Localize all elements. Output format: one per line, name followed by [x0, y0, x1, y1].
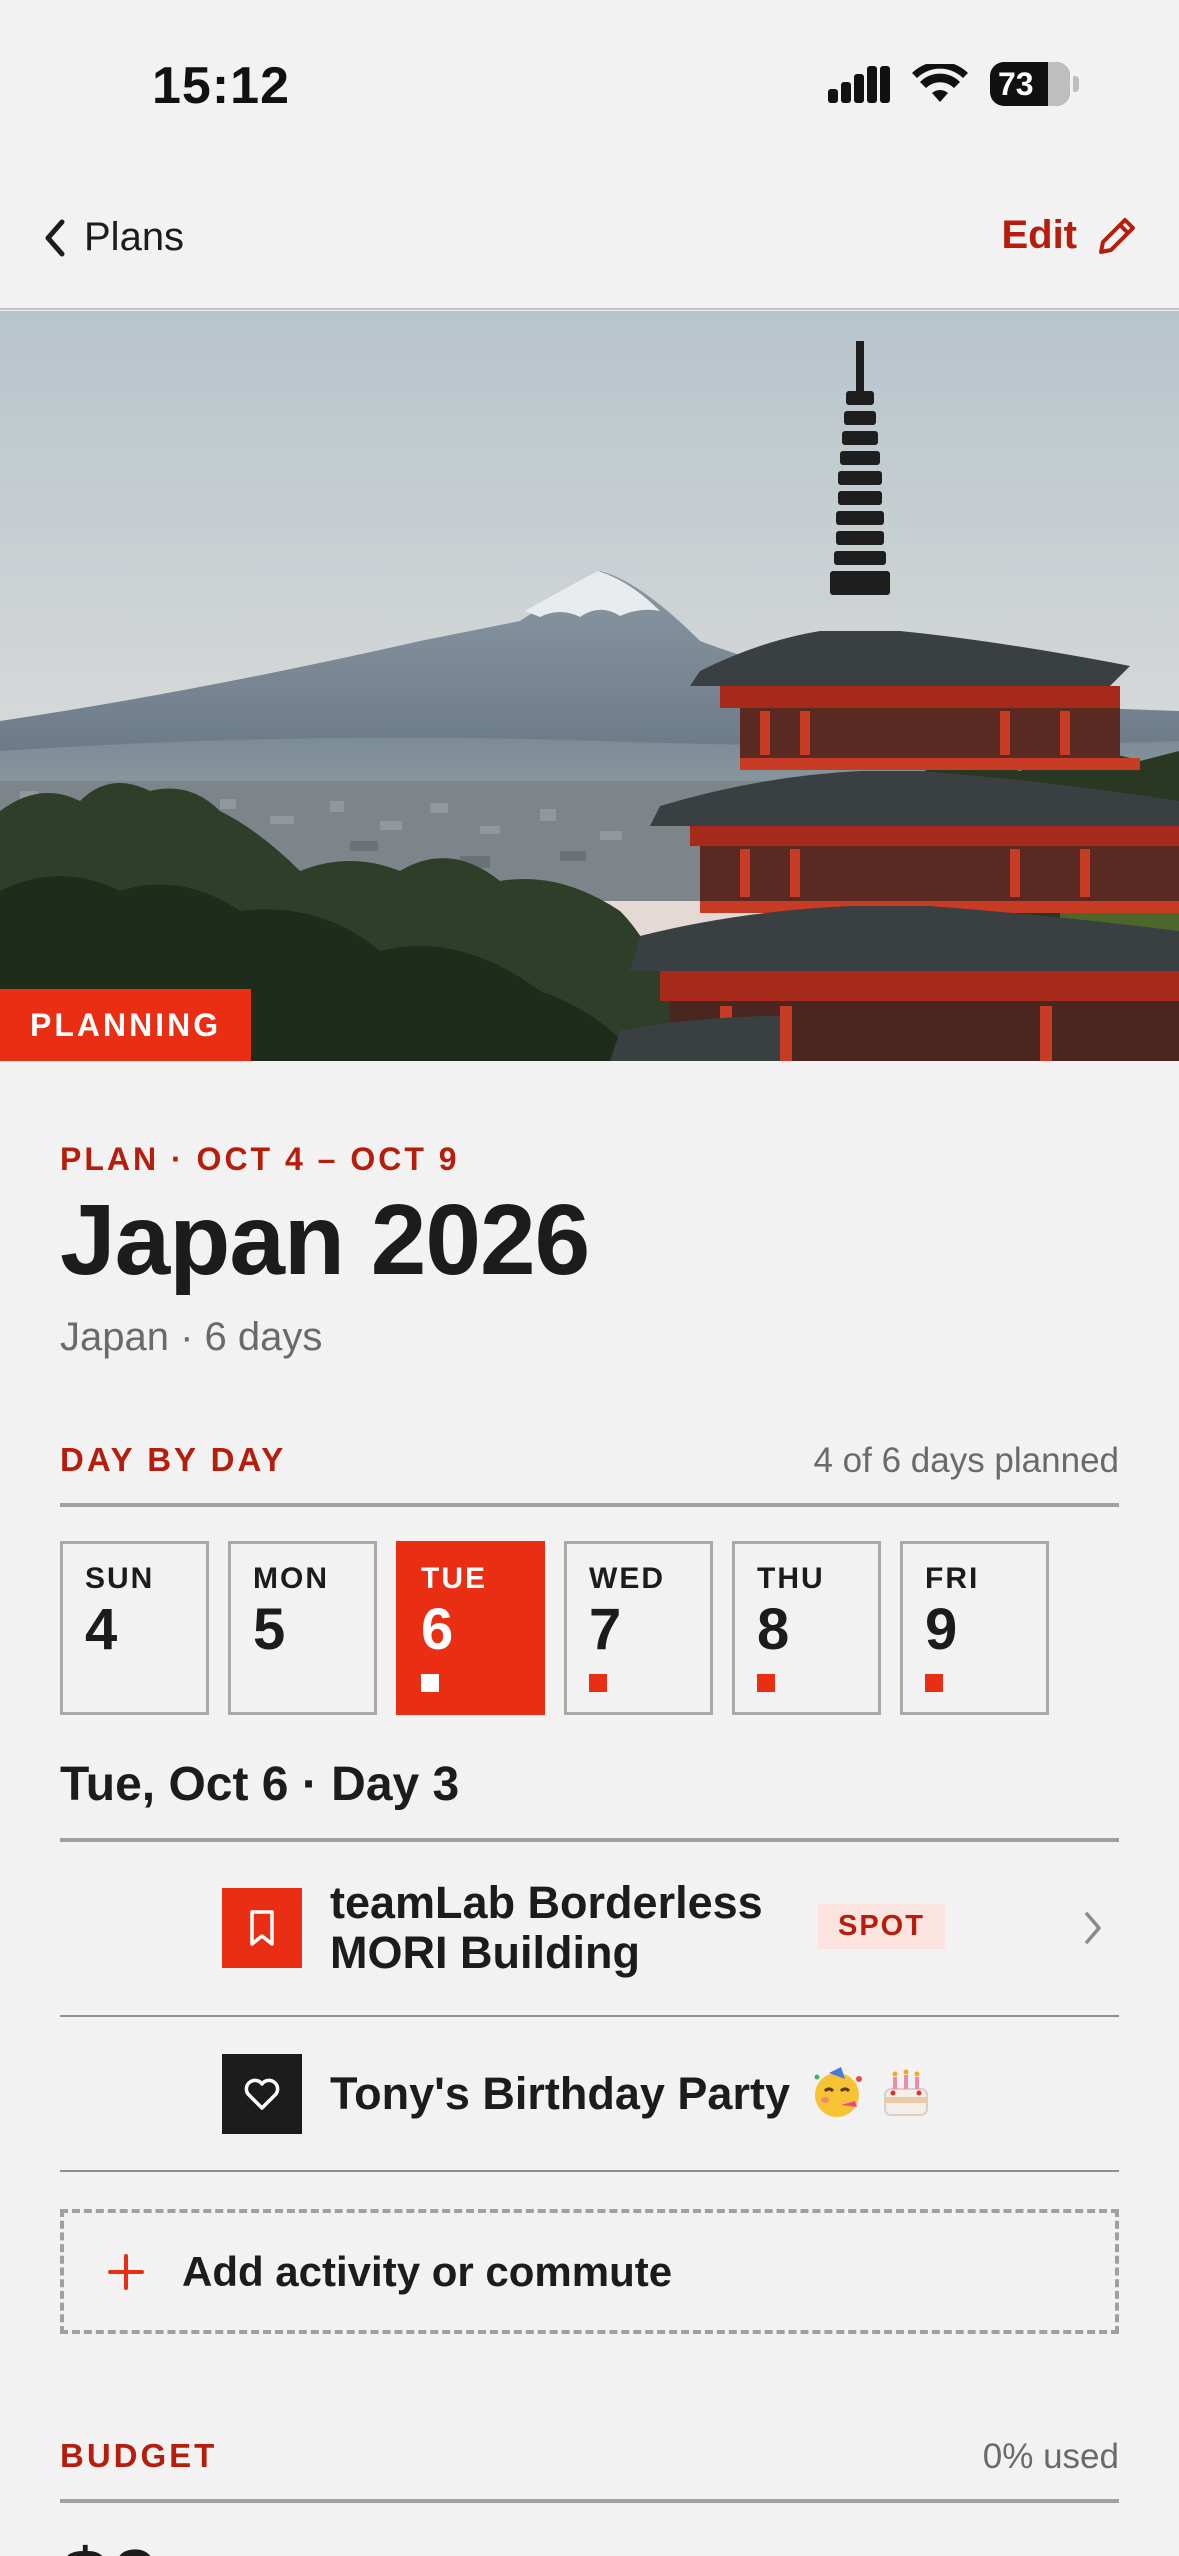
wifi-icon	[912, 64, 968, 102]
planned-indicator	[589, 1674, 607, 1692]
day-number: 9	[925, 1597, 958, 1662]
status-icons: 73	[828, 62, 1079, 106]
selected-day-title: Tue, Oct 6 · Day 3	[60, 1758, 460, 1811]
edit-button[interactable]: Edit	[1001, 213, 1139, 258]
day-number: 8	[757, 1597, 790, 1662]
activity-name-line2: MORI Building	[330, 1927, 640, 1978]
day-tab-fri[interactable]: FRI 9	[900, 1541, 1049, 1715]
day-tab-mon[interactable]: MON 5	[228, 1541, 377, 1715]
hero-image: PLANNING	[0, 311, 1179, 1061]
day-tab-wed[interactable]: WED 7	[564, 1541, 713, 1715]
day-of-week: TUE	[421, 1562, 487, 1595]
plan-subtitle: Japan · 6 days	[60, 1315, 323, 1359]
back-label: Plans	[84, 215, 185, 259]
nav-bar: Plans Edit	[0, 175, 1179, 310]
days-planned-count: 4 of 6 days planned	[813, 1441, 1119, 1480]
activity-row[interactable]: teamLab Borderless MORI Building SPOT	[60, 1842, 1119, 2015]
day-by-day-header: DAY BY DAY 4 of 6 days planned	[60, 1427, 1119, 1507]
day-tab-sun[interactable]: SUN 4	[60, 1541, 209, 1715]
battery-indicator: 73	[990, 62, 1070, 106]
activity-name-line1: teamLab Borderless	[330, 1877, 763, 1928]
page-title: Japan 2026	[60, 1184, 590, 1296]
edit-label: Edit	[1001, 213, 1077, 257]
day-by-day-label: DAY BY DAY	[60, 1441, 287, 1478]
status-bar: 15:12 73	[0, 0, 1179, 175]
back-button[interactable]: Plans	[40, 215, 184, 260]
pencil-icon	[1099, 217, 1135, 254]
day-number: 4	[85, 1597, 118, 1662]
day-selector: SUN 4 MON 5 TUE 6 WED 7 THU 8 FRI 9	[60, 1541, 1049, 1715]
planned-indicator	[757, 1674, 775, 1692]
day-of-week: SUN	[85, 1562, 155, 1595]
budget-header: BUDGET 0% used	[60, 2423, 1119, 2503]
day-number: 6	[421, 1597, 454, 1662]
heart-icon	[222, 2054, 302, 2134]
chevron-right-icon	[1085, 1912, 1101, 1944]
add-activity-label: Add activity or commute	[182, 2247, 673, 2295]
divider	[60, 2170, 1119, 2172]
activity-name-text: Tony's Birthday Party	[330, 2068, 790, 2119]
plan-date-range: PLAN · OCT 4 – OCT 9	[60, 1141, 460, 1177]
battery-tip	[1073, 76, 1079, 92]
chevron-left-icon	[45, 219, 65, 256]
status-badge: PLANNING	[0, 989, 252, 1061]
budget-amount: $0	[60, 2531, 160, 2556]
mount-fuji-pagoda-photo	[0, 311, 1179, 1061]
planned-indicator	[925, 1674, 943, 1692]
day-number: 7	[589, 1597, 622, 1662]
budget-label: BUDGET	[60, 2437, 218, 2474]
activity-type-tag: SPOT	[818, 1904, 945, 1949]
day-of-week: FRI	[925, 1562, 980, 1595]
day-tab-thu[interactable]: THU 8	[732, 1541, 881, 1715]
planned-indicator	[421, 1674, 439, 1692]
day-of-week: WED	[589, 1562, 665, 1595]
day-of-week: MON	[253, 1562, 329, 1595]
birthday-cake-emoji	[884, 2069, 929, 2116]
party-face-emoji	[814, 2067, 862, 2117]
battery-level: 73	[998, 65, 1034, 102]
day-tab-tue[interactable]: TUE 6	[396, 1541, 545, 1715]
day-of-week: THU	[757, 1562, 825, 1595]
status-time: 15:12	[152, 57, 290, 115]
add-activity-button[interactable]: Add activity or commute	[60, 2209, 1119, 2334]
budget-used: 0% used	[982, 2437, 1119, 2476]
plus-icon	[108, 2253, 144, 2290]
cellular-signal-icon	[828, 66, 890, 103]
activity-name: Tony's Birthday Party	[330, 2067, 933, 2119]
day-number: 5	[253, 1597, 286, 1662]
bookmark-icon	[222, 1888, 302, 1968]
activity-row[interactable]: Tony's Birthday Party	[60, 2017, 1119, 2170]
